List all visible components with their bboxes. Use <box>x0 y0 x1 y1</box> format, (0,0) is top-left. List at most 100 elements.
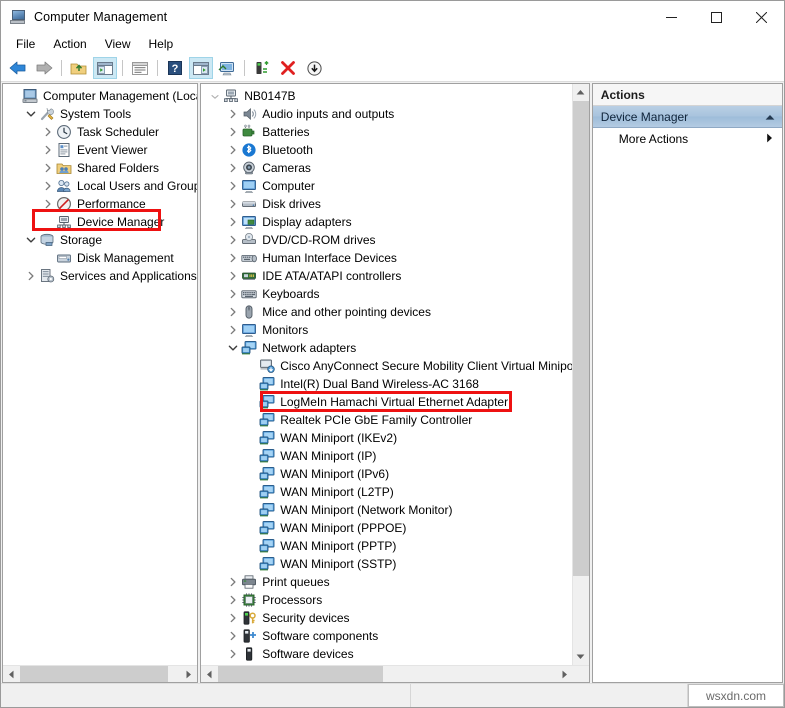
tree-item[interactable]: Security devices <box>201 609 572 627</box>
chevron-right-icon[interactable] <box>225 123 241 141</box>
scroll-left-button[interactable] <box>201 666 218 682</box>
tree-item[interactable]: Software components <box>201 627 572 645</box>
tree-item[interactable]: WAN Miniport (PPPOE) <box>201 519 572 537</box>
chevron-right-icon[interactable] <box>225 591 241 609</box>
chevron-right-icon[interactable] <box>225 645 241 663</box>
chevron-right-icon[interactable] <box>40 177 56 195</box>
tree-item[interactable]: Mice and other pointing devices <box>201 303 572 321</box>
menu-help[interactable]: Help <box>140 34 183 54</box>
tree-item[interactable]: Monitors <box>201 321 572 339</box>
disable-device-button[interactable] <box>302 57 326 79</box>
tree-item[interactable]: Software devices <box>201 645 572 663</box>
scroll-down-button[interactable] <box>573 648 589 665</box>
tree-item[interactable]: Processors <box>201 591 572 609</box>
chevron-right-icon[interactable] <box>225 627 241 645</box>
chevron-right-icon[interactable] <box>225 285 241 303</box>
scroll-right-button[interactable] <box>180 666 197 682</box>
tree-item[interactable]: Disk drives <box>201 195 572 213</box>
tree-item[interactable]: Intel(R) Dual Band Wireless-AC 3168 <box>201 375 572 393</box>
menu-view[interactable]: View <box>96 34 140 54</box>
chevron-right-icon[interactable] <box>766 132 773 146</box>
menu-file[interactable]: File <box>7 34 44 54</box>
chevron-right-icon[interactable] <box>225 573 241 591</box>
tree-item[interactable]: Display adapters <box>201 213 572 231</box>
chevron-right-icon[interactable] <box>40 123 56 141</box>
chevron-right-icon[interactable] <box>225 321 241 339</box>
tree-item[interactable]: WAN Miniport (IP) <box>201 447 572 465</box>
tree-item[interactable]: Task Scheduler <box>3 123 197 141</box>
properties-button[interactable] <box>128 57 152 79</box>
tree-item[interactable]: Network adapters <box>201 339 572 357</box>
chevron-right-icon[interactable] <box>225 105 241 123</box>
hscroll-track[interactable] <box>218 666 556 682</box>
chevron-right-icon[interactable] <box>225 177 241 195</box>
tree-item[interactable]: WAN Miniport (IPv6) <box>201 465 572 483</box>
tree-item[interactable]: WAN Miniport (IKEv2) <box>201 429 572 447</box>
tree-item[interactable]: NB0147B <box>201 87 572 105</box>
chevron-right-icon[interactable] <box>225 609 241 627</box>
chevron-right-icon[interactable] <box>225 303 241 321</box>
chevron-down-icon[interactable] <box>207 87 223 105</box>
chevron-down-icon[interactable] <box>23 231 39 249</box>
menu-action[interactable]: Action <box>44 34 95 54</box>
chevron-right-icon[interactable] <box>225 267 241 285</box>
tree-item[interactable]: Batteries <box>201 123 572 141</box>
chevron-right-icon[interactable] <box>225 141 241 159</box>
tree-item[interactable]: LogMeIn Hamachi Virtual Ethernet Adapter <box>201 393 572 411</box>
hscroll-track[interactable] <box>20 666 180 682</box>
tree-item[interactable]: Keyboards <box>201 285 572 303</box>
close-button[interactable] <box>739 1 784 33</box>
tree-item[interactable]: System Tools <box>3 105 197 123</box>
tree-item[interactable]: Audio inputs and outputs <box>201 105 572 123</box>
minimize-button[interactable] <box>649 1 694 33</box>
tree-item[interactable]: Services and Applications <box>3 267 197 285</box>
chevron-down-icon[interactable] <box>23 105 39 123</box>
chevron-right-icon[interactable] <box>225 159 241 177</box>
help-button[interactable]: ? <box>163 57 187 79</box>
chevron-right-icon[interactable] <box>225 231 241 249</box>
show-hide-action-pane-button[interactable] <box>189 57 213 79</box>
scroll-right-button[interactable] <box>556 666 573 682</box>
chevron-right-icon[interactable] <box>40 195 56 213</box>
tree-item[interactable]: Cisco AnyConnect Secure Mobility Client … <box>201 357 572 375</box>
tree-item[interactable]: DVD/CD-ROM drives <box>201 231 572 249</box>
tree-item[interactable]: Local Users and Groups <box>3 177 197 195</box>
device-tree[interactable]: NB0147BAudio inputs and outputsBatteries… <box>201 84 589 663</box>
device-tree-hscrollbar[interactable] <box>201 665 589 682</box>
console-tree[interactable]: Computer Management (LocalSystem ToolsTa… <box>3 84 197 285</box>
uninstall-device-button[interactable] <box>276 57 300 79</box>
tree-item[interactable]: Event Viewer <box>3 141 197 159</box>
tree-item[interactable]: Storage <box>3 231 197 249</box>
tree-item[interactable]: IDE ATA/ATAPI controllers <box>201 267 572 285</box>
maximize-button[interactable] <box>694 1 739 33</box>
tree-item[interactable]: Shared Folders <box>3 159 197 177</box>
hscroll-thumb[interactable] <box>20 666 168 682</box>
tree-item[interactable]: Device Manager <box>3 213 197 231</box>
scan-for-hardware-changes-button[interactable] <box>215 57 239 79</box>
chevron-right-icon[interactable] <box>225 195 241 213</box>
tree-item[interactable]: WAN Miniport (Network Monitor) <box>201 501 572 519</box>
tree-item[interactable]: Computer Management (Local <box>3 87 197 105</box>
chevron-right-icon[interactable] <box>225 249 241 267</box>
forward-button[interactable] <box>32 57 56 79</box>
chevron-right-icon[interactable] <box>225 213 241 231</box>
tree-item[interactable]: Print queues <box>201 573 572 591</box>
tree-item[interactable]: Disk Management <box>3 249 197 267</box>
back-button[interactable] <box>6 57 30 79</box>
tree-item[interactable]: Computer <box>201 177 572 195</box>
device-tree-vscrollbar[interactable] <box>572 84 589 665</box>
chevron-right-icon[interactable] <box>40 141 56 159</box>
up-one-level-button[interactable] <box>67 57 91 79</box>
chevron-right-icon[interactable] <box>40 159 56 177</box>
tree-item[interactable]: WAN Miniport (L2TP) <box>201 483 572 501</box>
tree-item[interactable]: Performance <box>3 195 197 213</box>
hscroll-thumb[interactable] <box>218 666 383 682</box>
tree-item[interactable]: WAN Miniport (PPTP) <box>201 537 572 555</box>
scroll-up-button[interactable] <box>573 84 589 101</box>
tree-item[interactable]: Realtek PCIe GbE Family Controller <box>201 411 572 429</box>
console-tree-hscrollbar[interactable] <box>3 665 197 682</box>
show-hide-console-tree-button[interactable] <box>93 57 117 79</box>
chevron-right-icon[interactable] <box>23 267 39 285</box>
tree-item[interactable]: Bluetooth <box>201 141 572 159</box>
vscroll-thumb[interactable] <box>573 101 589 576</box>
